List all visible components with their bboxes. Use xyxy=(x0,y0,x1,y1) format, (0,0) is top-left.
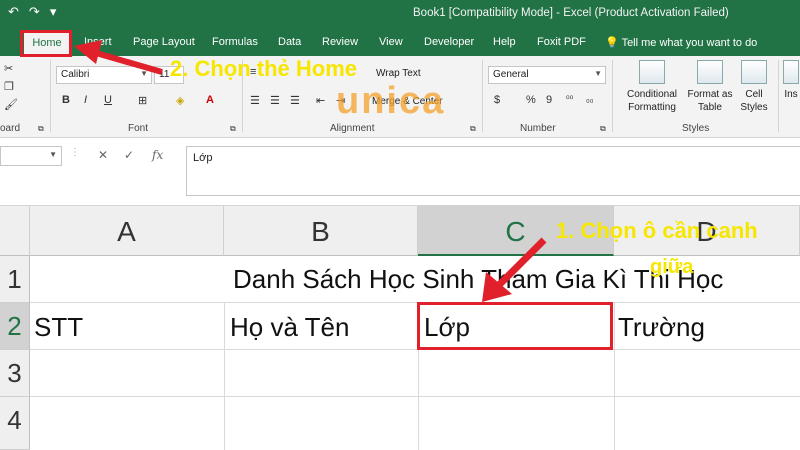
redo-icon[interactable]: ↷ xyxy=(29,4,40,20)
alignment-launcher-icon[interactable]: ⧉ xyxy=(470,124,476,134)
window-title: Book1 [Compatibility Mode] - Excel (Prod… xyxy=(413,7,729,19)
insert-function-icon[interactable]: fx xyxy=(152,148,163,162)
tab-view[interactable]: View xyxy=(379,36,403,48)
tab-foxit-pdf[interactable]: Foxit PDF xyxy=(537,36,586,48)
column-header-b[interactable]: B xyxy=(224,206,418,256)
row-header-4[interactable]: 4 xyxy=(0,397,30,450)
number-format-combo[interactable]: General ▼ xyxy=(488,66,606,84)
styles-group-label: Styles xyxy=(682,123,710,134)
align-center-icon[interactable]: ☰ xyxy=(270,94,280,107)
clipboard-launcher-icon[interactable]: ⧉ xyxy=(38,124,44,134)
cut-icon[interactable]: ✂ xyxy=(4,62,13,75)
tab-help[interactable]: Help xyxy=(493,36,516,48)
annotation-step-1: 1. Chọn ô cần canh xyxy=(556,218,758,243)
qat-dropdown-icon[interactable]: ▾ xyxy=(50,4,57,20)
align-left-icon[interactable]: ☰ xyxy=(250,94,260,107)
decrease-decimal-icon[interactable]: ₀₀ xyxy=(586,94,593,104)
fill-color-icon[interactable]: ◈ xyxy=(176,94,184,107)
ribbon-tabs: Home Insert Page Layout Formulas Data Re… xyxy=(0,28,800,56)
format-as-table-icon xyxy=(697,60,723,84)
insert-cells-icon xyxy=(783,60,799,84)
borders-icon[interactable]: ⊞ xyxy=(138,94,147,107)
decrease-indent-icon[interactable]: ⇤ xyxy=(316,94,325,107)
format-painter-icon[interactable]: 🖌 xyxy=(4,98,18,111)
italic-icon[interactable]: I xyxy=(84,94,87,106)
tell-me-label: Tell me what you want to do xyxy=(621,37,758,49)
comma-style-icon[interactable]: 9 xyxy=(546,94,552,106)
underline-icon[interactable]: U xyxy=(104,94,112,106)
home-tab-highlight-box xyxy=(20,30,72,57)
conditional-formatting-button[interactable]: Conditional Formatting xyxy=(620,60,684,114)
cell-c2[interactable]: Lớp xyxy=(424,312,470,343)
undo-icon[interactable]: ↶ xyxy=(8,4,19,20)
number-launcher-icon[interactable]: ⧉ xyxy=(600,124,606,134)
tab-data[interactable]: Data xyxy=(278,36,301,48)
row-header-1[interactable]: 1 xyxy=(0,256,30,303)
insert-cells-button[interactable]: Ins xyxy=(782,60,800,101)
font-name-combo[interactable]: Calibri ▼ xyxy=(56,66,152,84)
formula-bar: ▼ ⋮ ✕ ✓ fx Lớp xyxy=(0,138,800,206)
align-right-icon[interactable]: ☰ xyxy=(290,94,300,107)
bold-icon[interactable]: B xyxy=(62,94,70,106)
lightbulb-icon: 💡 xyxy=(605,37,619,49)
annotation-step-2: 2. Chọn thẻ Home xyxy=(170,56,358,81)
tab-formulas[interactable]: Formulas xyxy=(212,36,258,48)
enter-icon[interactable]: ✓ xyxy=(124,148,134,162)
percent-icon[interactable]: % xyxy=(526,94,536,106)
font-launcher-icon[interactable]: ⧉ xyxy=(230,124,236,134)
select-all-corner[interactable] xyxy=(0,206,30,256)
row-header-3[interactable]: 3 xyxy=(0,350,30,397)
format-as-table-button[interactable]: Format as Table xyxy=(684,60,736,114)
tab-review[interactable]: Review xyxy=(322,36,358,48)
alignment-group-label: Alignment xyxy=(330,123,375,134)
title-bar: ↶ ↷ ▾ Book1 [Compatibility Mode] - Excel… xyxy=(0,0,800,28)
conditional-formatting-icon xyxy=(639,60,665,84)
font-group-label: Font xyxy=(128,123,149,134)
cell-d2[interactable]: Trường xyxy=(618,312,705,343)
name-box[interactable]: ▼ xyxy=(0,146,62,166)
cell-a2[interactable]: STT xyxy=(34,312,83,343)
formula-input[interactable]: Lớp xyxy=(186,146,800,196)
clipboard-group-label: oard xyxy=(0,123,21,134)
copy-icon[interactable]: ❐ xyxy=(4,80,14,93)
font-color-icon[interactable]: A xyxy=(206,94,214,106)
tell-me-search[interactable]: 💡 Tell me what you want to do xyxy=(605,36,757,49)
wrap-text-button[interactable]: Wrap Text xyxy=(376,68,421,79)
increase-decimal-icon[interactable]: ⁰⁰ xyxy=(566,94,573,105)
cell-styles-button[interactable]: Cell Styles xyxy=(736,60,772,114)
row-header-2[interactable]: 2 xyxy=(0,303,30,350)
cell-styles-icon xyxy=(741,60,767,84)
tab-page-layout[interactable]: Page Layout xyxy=(133,36,195,48)
formula-bar-grip-icon: ⋮ xyxy=(70,147,80,158)
annotation-step-1-line-2: giữa xyxy=(650,256,694,278)
cell-b2[interactable]: Họ và Tên xyxy=(230,312,349,343)
cancel-icon[interactable]: ✕ xyxy=(98,148,108,162)
column-header-a[interactable]: A xyxy=(30,206,224,256)
currency-icon[interactable]: $ xyxy=(494,94,500,106)
number-group-label: Number xyxy=(520,123,556,134)
quick-access-toolbar: ↶ ↷ ▾ xyxy=(8,4,56,20)
unica-watermark-logo: unica xyxy=(336,80,446,122)
tab-insert[interactable]: Insert xyxy=(84,36,112,48)
tab-developer[interactable]: Developer xyxy=(424,36,474,48)
